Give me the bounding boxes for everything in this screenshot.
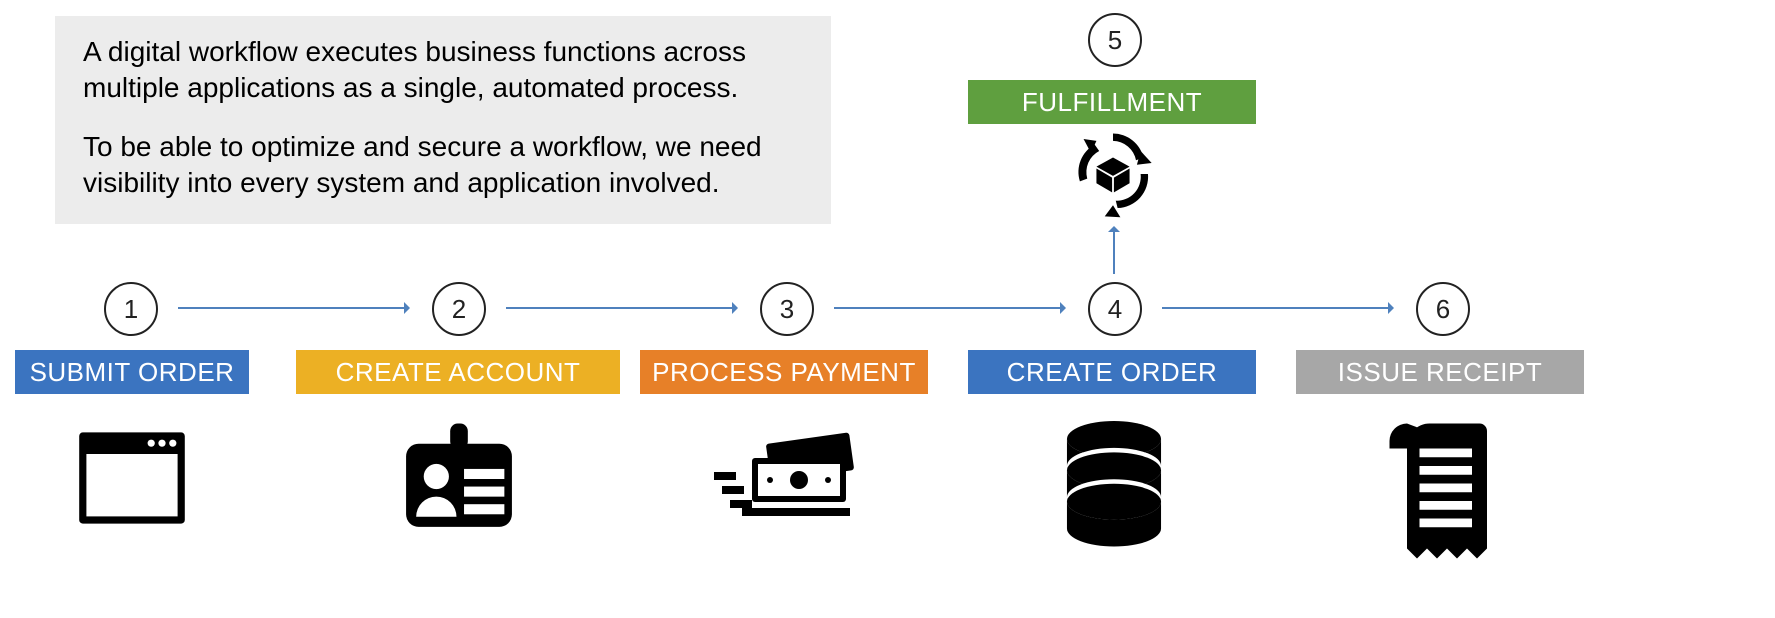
step-number-5: 5 [1088, 13, 1142, 67]
step-bar-create-account: CREATE ACCOUNT [296, 350, 620, 394]
step-number-2: 2 [432, 282, 486, 336]
step-bar-submit-order: SUBMIT ORDER [15, 350, 249, 394]
step-bar-fulfillment: FULFILLMENT [968, 80, 1256, 124]
step-bar-create-order: CREATE ORDER [968, 350, 1256, 394]
arrow-4-to-6 [1162, 307, 1392, 309]
browser-window-icon [72, 418, 192, 543]
database-icon [1058, 416, 1170, 561]
callout-paragraph-2: To be able to optimize and secure a work… [83, 129, 803, 202]
step-number-3: 3 [760, 282, 814, 336]
id-badge-icon [396, 416, 522, 547]
description-callout: A digital workflow executes business fun… [55, 16, 831, 224]
arrow-4-to-5 [1113, 228, 1115, 274]
cash-icon [702, 428, 862, 543]
diagram-canvas: A digital workflow executes business fun… [0, 0, 1775, 618]
step-bar-issue-receipt: ISSUE RECEIPT [1296, 350, 1584, 394]
callout-paragraph-1: A digital workflow executes business fun… [83, 34, 803, 107]
step-number-6: 6 [1416, 282, 1470, 336]
step-bar-process-payment: PROCESS PAYMENT [640, 350, 928, 394]
receipt-icon [1378, 416, 1506, 571]
arrow-2-to-3 [506, 307, 736, 309]
arrow-1-to-2 [178, 307, 408, 309]
package-cycle-icon [1067, 128, 1159, 225]
arrow-3-to-4 [834, 307, 1064, 309]
step-number-1: 1 [104, 282, 158, 336]
step-number-4: 4 [1088, 282, 1142, 336]
